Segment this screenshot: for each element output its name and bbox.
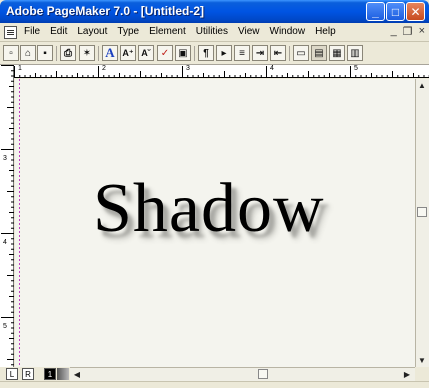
menu-window[interactable]: Window xyxy=(270,26,306,37)
page-canvas[interactable]: Shadow xyxy=(15,79,415,367)
save-icon[interactable]: ▪ xyxy=(37,45,53,61)
toolbar-separator xyxy=(194,46,195,61)
shrink-glyph: A˘ xyxy=(141,48,151,58)
scroll-corner xyxy=(415,367,429,381)
right-master-label: R xyxy=(25,369,31,379)
shadow-text[interactable]: Shadow xyxy=(93,174,325,244)
toolbar-separator xyxy=(56,46,57,61)
page-bar: L R 1 xyxy=(0,367,70,381)
toolbar-separator xyxy=(289,46,290,61)
mdi-minimize-button[interactable]: _ xyxy=(391,25,397,38)
right-glyph: ▶ xyxy=(403,369,411,379)
ruler-label: 3 xyxy=(186,65,190,72)
close-icon: ✕ xyxy=(410,4,421,19)
paragraph-icon[interactable]: ¶ xyxy=(198,45,214,61)
down-glyph: ▼ xyxy=(418,355,426,365)
left-master-label: L xyxy=(9,369,15,379)
ruler-label: 2 xyxy=(102,65,106,72)
para-glyph: ¶ xyxy=(203,47,209,59)
menu-edit[interactable]: Edit xyxy=(50,26,67,37)
ruler-label: 3 xyxy=(3,155,7,162)
ruler-label: 5 xyxy=(354,65,358,72)
ruler-label: 5 xyxy=(3,323,7,330)
print-icon[interactable]: ⎙ xyxy=(60,45,76,61)
menu-file[interactable]: File xyxy=(24,26,40,37)
toolbar: ▫ ⌂ ▪ ⎙ ✶ A A⁺ A˘ ✓ ▣ ¶ ▸ ≡ ⇥ ⇤ ▭ ▤ ▦ ▥ xyxy=(0,43,429,65)
menu-element[interactable]: Element xyxy=(149,26,186,37)
window-title: Adobe PageMaker 7.0 - [Untitled-2] xyxy=(6,4,205,18)
indent-icon[interactable]: ⇥ xyxy=(252,45,268,61)
scroll-right-icon[interactable]: ▶ xyxy=(401,368,413,380)
grow-glyph: A⁺ xyxy=(122,47,134,58)
minimize-button[interactable]: _ xyxy=(366,2,385,21)
horizontal-scroll-thumb[interactable] xyxy=(258,369,268,379)
text-wrap-icon[interactable]: ▸ xyxy=(216,45,232,61)
maximize-button[interactable]: □ xyxy=(386,2,405,21)
vertical-scrollbar[interactable]: ▲ ▼ xyxy=(415,79,429,367)
menu-layout[interactable]: Layout xyxy=(77,26,107,37)
page-1-label: 1 xyxy=(47,369,53,379)
mdi-controls: _ ❐ × xyxy=(391,25,425,38)
spell-check-icon[interactable]: ✓ xyxy=(157,45,173,61)
ruler-label: 4 xyxy=(270,65,274,72)
layers-icon[interactable]: ▦ xyxy=(329,45,345,61)
vertical-scroll-thumb[interactable] xyxy=(417,207,427,217)
bullets-icon[interactable]: ≡ xyxy=(234,45,250,61)
left-glyph: ◀ xyxy=(73,369,81,379)
document-icon[interactable] xyxy=(4,26,17,39)
mdi-close-button[interactable]: × xyxy=(419,25,425,38)
close-button[interactable]: ✕ xyxy=(406,2,425,21)
menu-items: File Edit Layout Type Element Utilities … xyxy=(24,26,346,37)
mdi-restore-button[interactable]: ❐ xyxy=(403,25,413,38)
ruler-label: 1 xyxy=(18,65,22,72)
object-icon[interactable]: ▤ xyxy=(311,45,327,61)
font-glyph: A xyxy=(105,45,115,60)
minimize-icon: _ xyxy=(372,4,379,19)
find-icon[interactable]: ✶ xyxy=(79,45,95,61)
frame-icon[interactable]: ▭ xyxy=(293,45,309,61)
scroll-down-icon[interactable]: ▼ xyxy=(416,354,428,366)
left-master-page[interactable]: L xyxy=(6,368,18,380)
font-shrink-icon[interactable]: A˘ xyxy=(138,45,154,61)
menu-view[interactable]: View xyxy=(238,26,260,37)
open-icon[interactable]: ⌂ xyxy=(20,45,36,61)
up-glyph: ▲ xyxy=(418,80,426,90)
scroll-up-icon[interactable]: ▲ xyxy=(416,79,428,91)
menu-utilities[interactable]: Utilities xyxy=(196,26,228,37)
menu-type[interactable]: Type xyxy=(117,26,139,37)
outdent-icon[interactable]: ⇤ xyxy=(270,45,286,61)
new-icon[interactable]: ▫ xyxy=(3,45,19,61)
vertical-ruler[interactable]: 3 4 5 xyxy=(0,65,14,367)
maximize-icon: □ xyxy=(391,4,400,19)
toolbar-separator xyxy=(98,46,99,61)
menu-bar: File Edit Layout Type Element Utilities … xyxy=(0,23,429,42)
title-bar: Adobe PageMaker 7.0 - [Untitled-2] _ □ ✕ xyxy=(0,0,429,23)
ruler-label: 4 xyxy=(3,239,7,246)
spell-glyph: ✓ xyxy=(160,47,170,59)
font-size-icon[interactable]: A⁺ xyxy=(120,45,136,61)
window-bottom-edge xyxy=(0,381,429,388)
horizontal-ruler[interactable]: 1 2 3 4 5 xyxy=(14,65,429,78)
image-icon[interactable]: ▣ xyxy=(175,45,191,61)
menu-help[interactable]: Help xyxy=(315,26,336,37)
page-scroll-handle[interactable] xyxy=(57,368,69,380)
font-icon[interactable]: A xyxy=(102,45,118,61)
horizontal-scrollbar[interactable]: ◀ ▶ xyxy=(70,367,415,381)
page-1-tab[interactable]: 1 xyxy=(44,368,56,380)
library-icon[interactable]: ▥ xyxy=(347,45,363,61)
right-master-page[interactable]: R xyxy=(22,368,34,380)
scroll-left-icon[interactable]: ◀ xyxy=(71,368,83,380)
